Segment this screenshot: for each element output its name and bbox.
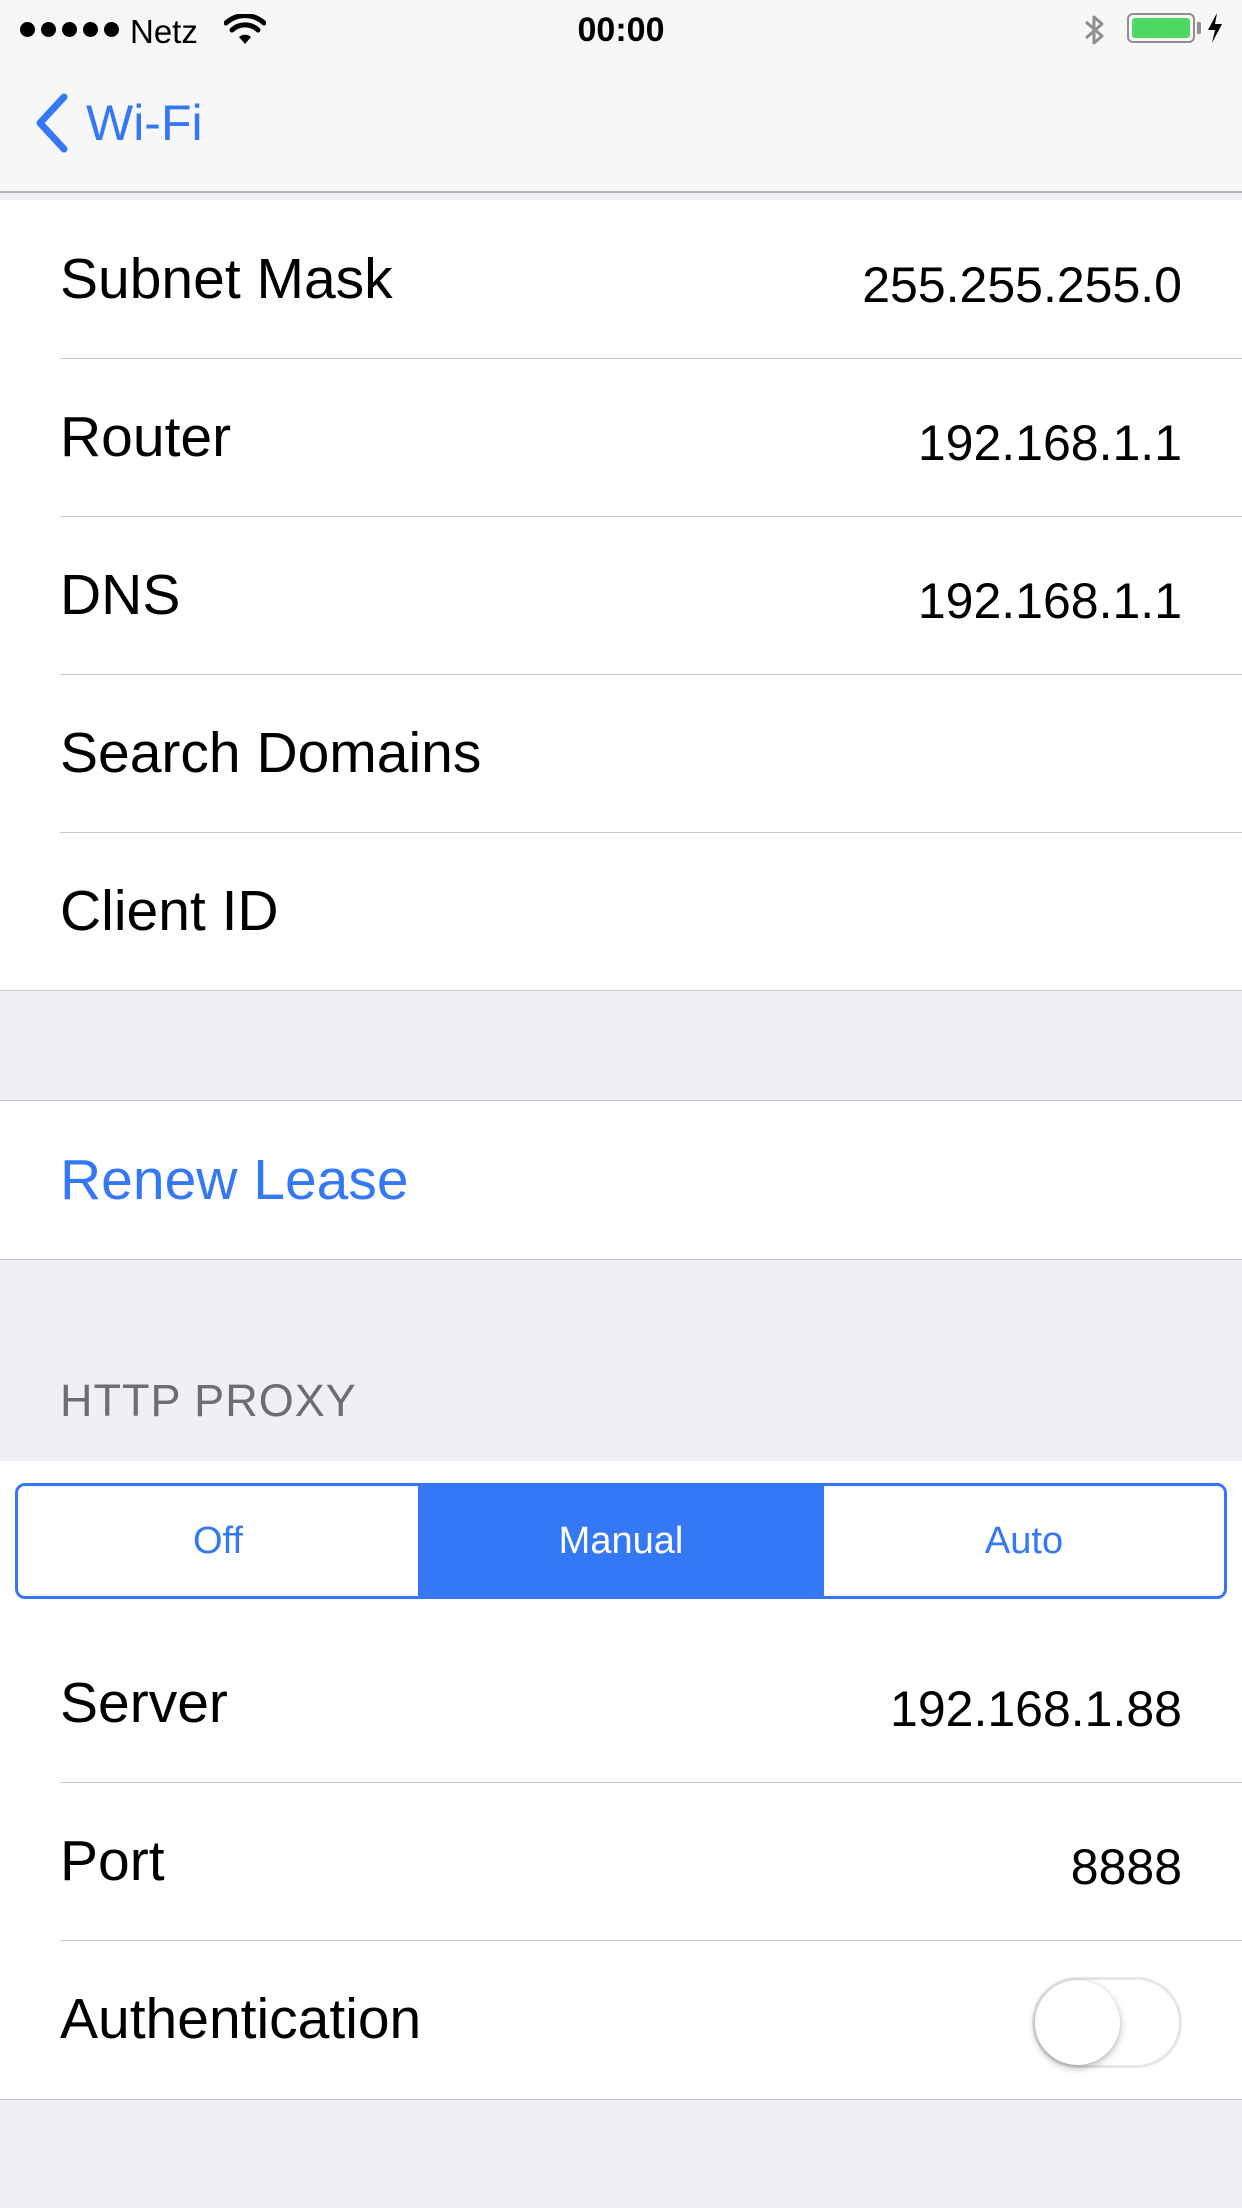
port-value[interactable]: 8888 <box>1071 1788 1182 1946</box>
http-proxy-header: HTTP PROXY <box>60 1375 357 1426</box>
segment-manual[interactable]: Manual <box>418 1486 821 1596</box>
renew-lease-label: Renew Lease <box>60 1148 409 1212</box>
charging-bolt-icon <box>1208 13 1222 43</box>
row-value: 192.168.1.1 <box>917 573 1182 629</box>
bluetooth-icon <box>1085 15 1104 45</box>
server-value[interactable]: 192.168.1.88 <box>890 1630 1182 1788</box>
authentication-row: Authentication <box>0 1940 1242 2098</box>
subnet-mask-row: Subnet Mask 255.255.255.0 <box>0 200 1242 358</box>
clock: 00:00 <box>577 11 665 49</box>
proxy-mode-segmented-control[interactable]: Off Manual Auto <box>15 1483 1227 1599</box>
dns-row[interactable]: DNS 192.168.1.1 <box>0 516 1242 674</box>
row-label: Router <box>60 405 232 469</box>
network-details-group: Subnet Mask 255.255.255.0 Router 192.168… <box>0 200 1242 991</box>
row-label: DNS <box>60 563 181 627</box>
row-label: Port <box>60 1829 165 1893</box>
chevron-left-icon <box>36 93 68 153</box>
row-label: Authentication <box>60 1987 422 2051</box>
row-label: Client ID <box>60 879 279 943</box>
battery-icon <box>1127 13 1195 43</box>
authentication-toggle[interactable] <box>1032 1977 1182 2068</box>
http-proxy-group: Off Manual Auto Server 192.168.1.88 Port… <box>0 1461 1242 2100</box>
row-label: Server <box>60 1671 228 1735</box>
toggle-knob <box>1035 1980 1120 2065</box>
router-row: Router 192.168.1.1 <box>0 358 1242 516</box>
back-button[interactable]: Wi-Fi <box>34 93 203 153</box>
segment-off[interactable]: Off <box>18 1486 418 1596</box>
renew-lease-group: Renew Lease <box>0 1100 1242 1260</box>
server-row[interactable]: Server 192.168.1.88 <box>0 1624 1242 1782</box>
navigation-bar: Wi-Fi <box>0 60 1242 193</box>
row-value: 192.168.1.1 <box>917 415 1182 471</box>
row-value: 255.255.255.0 <box>862 257 1182 313</box>
row-label: Subnet Mask <box>60 247 393 311</box>
status-bar: Netz 00:00 <box>0 0 1242 60</box>
battery-tip <box>1197 22 1201 34</box>
segment-auto[interactable]: Auto <box>821 1486 1224 1596</box>
client-id-row[interactable]: Client ID <box>0 832 1242 990</box>
port-row[interactable]: Port 8888 <box>0 1782 1242 1940</box>
row-label: Search Domains <box>60 721 482 785</box>
back-button-label: Wi-Fi <box>86 95 203 151</box>
search-domains-row[interactable]: Search Domains <box>0 674 1242 832</box>
renew-lease-button[interactable]: Renew Lease <box>0 1101 1242 1259</box>
